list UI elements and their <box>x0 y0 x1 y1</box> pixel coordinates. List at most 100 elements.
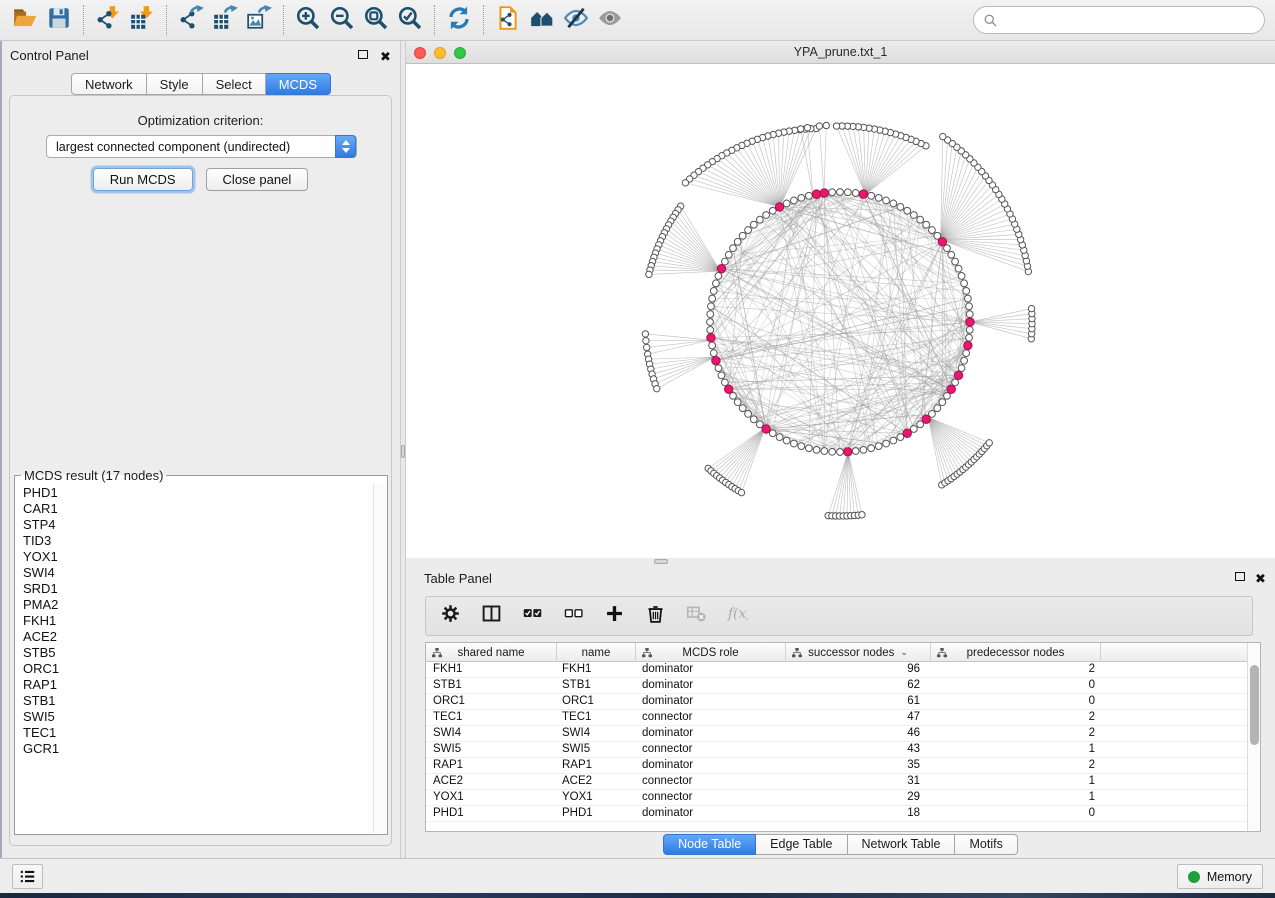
cell-successor-nodes[interactable]: 47 <box>786 710 931 725</box>
cell-name[interactable]: FKH1 <box>557 662 636 677</box>
cell-name[interactable]: RAP1 <box>557 758 636 773</box>
cell-predecessor-nodes[interactable]: 1 <box>931 742 1101 757</box>
zoom-selected-button[interactable] <box>393 3 427 37</box>
cell-MCDS-role[interactable]: connector <box>636 742 786 757</box>
mcds-list-scrollbar[interactable] <box>373 484 386 833</box>
tab-motifs[interactable]: Motifs <box>955 834 1017 855</box>
cell-MCDS-role[interactable]: dominator <box>636 726 786 741</box>
cell-shared-name[interactable]: FKH1 <box>426 662 557 677</box>
network-from-document-button[interactable] <box>491 3 525 37</box>
cell-MCDS-role[interactable]: connector <box>636 710 786 725</box>
cell-successor-nodes[interactable]: 35 <box>786 758 931 773</box>
search-box[interactable] <box>973 6 1265 34</box>
cell-predecessor-nodes[interactable]: 0 <box>931 678 1101 693</box>
run-mcds-button[interactable]: Run MCDS <box>93 168 193 191</box>
delete-table-button[interactable] <box>684 604 708 628</box>
horizontal-splitter[interactable] <box>406 558 1275 565</box>
show-neighbors-button[interactable] <box>525 3 559 37</box>
column-header-MCDS-role[interactable]: MCDS role <box>636 643 786 662</box>
export-network-button[interactable] <box>174 3 208 37</box>
cell-name[interactable]: STB1 <box>557 678 636 693</box>
cell-successor-nodes[interactable]: 96 <box>786 662 931 677</box>
tab-mcds[interactable]: MCDS <box>266 73 331 95</box>
cell-successor-nodes[interactable]: 29 <box>786 790 931 805</box>
refresh-layout-button[interactable] <box>442 3 476 37</box>
cell-predecessor-nodes[interactable]: 0 <box>931 694 1101 709</box>
cell-successor-nodes[interactable]: 46 <box>786 726 931 741</box>
toggle-columns-button[interactable] <box>479 604 503 628</box>
control-panel-close-button[interactable]: ✖ <box>380 48 395 62</box>
cell-predecessor-nodes[interactable]: 1 <box>931 774 1101 789</box>
mcds-result-item[interactable]: STB1 <box>16 693 373 709</box>
create-column-button[interactable] <box>602 604 626 628</box>
table-row-SWI5[interactable]: SWI5SWI5connector431 <box>426 742 1247 758</box>
search-input[interactable] <box>1003 10 1264 30</box>
column-header-successor-nodes[interactable]: successor nodes⌄ <box>786 643 931 662</box>
mcds-result-item[interactable]: PHD1 <box>16 485 373 501</box>
network-window-titlebar[interactable]: YPA_prune.txt_1 <box>406 41 1275 64</box>
table-row-ACE2[interactable]: ACE2ACE2connector311 <box>426 774 1247 790</box>
mcds-result-item[interactable]: TID3 <box>16 533 373 549</box>
mcds-result-item[interactable]: RAP1 <box>16 677 373 693</box>
cell-predecessor-nodes[interactable]: 2 <box>931 758 1101 773</box>
cell-predecessor-nodes[interactable]: 2 <box>931 662 1101 677</box>
cell-MCDS-role[interactable]: connector <box>636 774 786 789</box>
cell-shared-name[interactable]: SWI4 <box>426 726 557 741</box>
table-row-FKH1[interactable]: FKH1FKH1dominator962 <box>426 662 1247 678</box>
tab-network-table[interactable]: Network Table <box>848 834 956 855</box>
equation-builder-button[interactable]: f(x) <box>725 604 749 628</box>
column-header-name[interactable]: name <box>557 643 636 662</box>
table-row-TEC1[interactable]: TEC1TEC1connector472 <box>426 710 1247 726</box>
tab-node-table[interactable]: Node Table <box>663 834 756 855</box>
table-scrollbar[interactable] <box>1247 643 1260 831</box>
cell-name[interactable]: SWI5 <box>557 742 636 757</box>
table-row-ORC1[interactable]: ORC1ORC1dominator610 <box>426 694 1247 710</box>
scrollbar-thumb[interactable] <box>1250 665 1259 745</box>
mcds-result-item[interactable]: TEC1 <box>16 725 373 741</box>
cell-shared-name[interactable]: YOX1 <box>426 790 557 805</box>
hide-selected-button[interactable] <box>559 3 593 37</box>
tab-style[interactable]: Style <box>147 73 203 95</box>
cell-shared-name[interactable]: PHD1 <box>426 806 557 821</box>
deselect-all-columns-button[interactable] <box>561 604 585 628</box>
mcds-result-item[interactable]: STB5 <box>16 645 373 661</box>
cell-predecessor-nodes[interactable]: 0 <box>931 806 1101 821</box>
close-panel-button[interactable]: Close panel <box>206 168 309 191</box>
mcds-result-item[interactable]: STP4 <box>16 517 373 533</box>
memory-button[interactable]: Memory <box>1177 864 1263 889</box>
control-panel-float-button[interactable] <box>358 48 373 62</box>
table-options-button[interactable] <box>438 604 462 628</box>
mcds-result-list[interactable]: PHD1CAR1STP4TID3YOX1SWI4SRD1PMA2FKH1ACE2… <box>16 485 373 833</box>
column-header-shared-name[interactable]: shared name <box>426 643 557 662</box>
mcds-result-item[interactable]: GCR1 <box>16 741 373 757</box>
cell-MCDS-role[interactable]: dominator <box>636 806 786 821</box>
export-image-button[interactable] <box>242 3 276 37</box>
table-panel-close-button[interactable]: ✖ <box>1255 570 1270 584</box>
node-table-grid[interactable]: shared namenameMCDS rolesuccessor nodes⌄… <box>426 643 1247 831</box>
mcds-result-item[interactable]: SRD1 <box>16 581 373 597</box>
network-canvas[interactable] <box>406 64 1275 558</box>
cell-predecessor-nodes[interactable]: 1 <box>931 790 1101 805</box>
cell-successor-nodes[interactable]: 43 <box>786 742 931 757</box>
import-network-button[interactable] <box>91 3 125 37</box>
mcds-result-item[interactable]: FKH1 <box>16 613 373 629</box>
cell-successor-nodes[interactable]: 31 <box>786 774 931 789</box>
zoom-fit-button[interactable] <box>359 3 393 37</box>
import-table-button[interactable] <box>125 3 159 37</box>
cell-name[interactable]: TEC1 <box>557 710 636 725</box>
cell-shared-name[interactable]: STB1 <box>426 678 557 693</box>
cell-shared-name[interactable]: SWI5 <box>426 742 557 757</box>
table-row-YOX1[interactable]: YOX1YOX1connector291 <box>426 790 1247 806</box>
cell-name[interactable]: PHD1 <box>557 806 636 821</box>
select-all-columns-button[interactable] <box>520 604 544 628</box>
cell-successor-nodes[interactable]: 61 <box>786 694 931 709</box>
table-row-PHD1[interactable]: PHD1PHD1dominator180 <box>426 806 1247 822</box>
cell-MCDS-role[interactable]: dominator <box>636 694 786 709</box>
mcds-result-item[interactable]: YOX1 <box>16 549 373 565</box>
delete-column-button[interactable] <box>643 604 667 628</box>
cell-shared-name[interactable]: ORC1 <box>426 694 557 709</box>
cell-successor-nodes[interactable]: 18 <box>786 806 931 821</box>
cell-predecessor-nodes[interactable]: 2 <box>931 710 1101 725</box>
table-row-STB1[interactable]: STB1STB1dominator620 <box>426 678 1247 694</box>
tab-edge-table[interactable]: Edge Table <box>756 834 847 855</box>
